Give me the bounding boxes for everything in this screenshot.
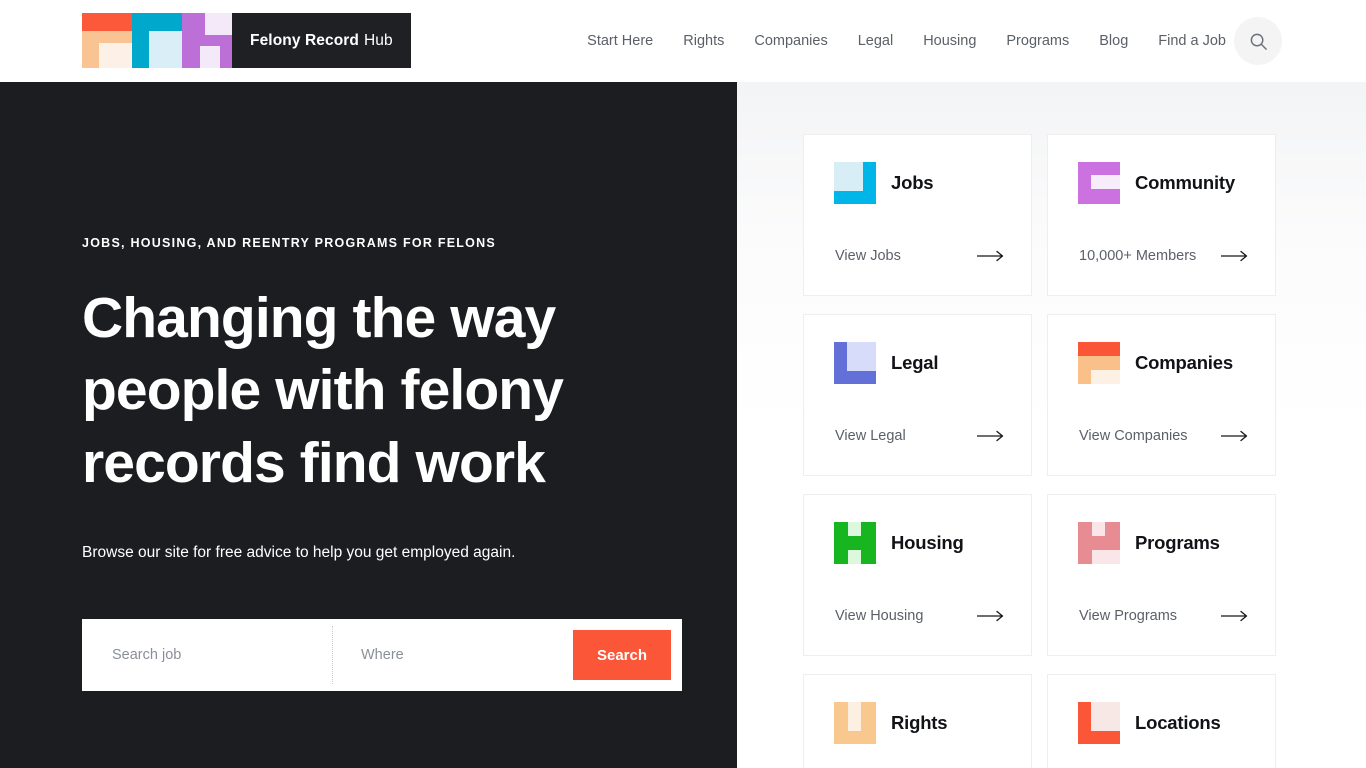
logo-tile-purple	[182, 13, 232, 68]
card-header: Community	[1078, 162, 1235, 204]
category-panel: Jobs View Jobs Community 10,000+ Members	[737, 82, 1366, 768]
search-icon	[1250, 33, 1267, 50]
housing-icon	[834, 522, 876, 564]
card-community[interactable]: Community 10,000+ Members	[1047, 134, 1276, 296]
arrow-right-icon	[1221, 610, 1249, 622]
card-title: Rights	[891, 712, 948, 733]
logo-brand-bold: Felony Record	[250, 31, 359, 49]
card-header: Rights	[834, 702, 948, 744]
jobs-icon	[834, 162, 876, 204]
card-footer[interactable]: View Programs	[1079, 608, 1249, 624]
card-title: Programs	[1135, 532, 1220, 553]
locations-icon	[1078, 702, 1120, 744]
search-where-input[interactable]	[361, 647, 573, 663]
site-header: Felony Record Hub Start Here Rights Comp…	[0, 0, 1366, 82]
nav-item-legal[interactable]: Legal	[843, 33, 908, 49]
community-icon	[1078, 162, 1120, 204]
header-search-button[interactable]	[1234, 17, 1282, 65]
card-locations[interactable]: Locations	[1047, 674, 1276, 768]
card-footer[interactable]: View Jobs	[835, 248, 1005, 264]
nav-item-blog[interactable]: Blog	[1084, 33, 1143, 49]
card-header: Legal	[834, 342, 939, 384]
rights-icon	[834, 702, 876, 744]
card-link-label: View Housing	[835, 608, 924, 624]
legal-icon	[834, 342, 876, 384]
hero-section: JOBS, HOUSING, AND REENTRY PROGRAMS FOR …	[0, 82, 737, 768]
hero-headline: Changing the way people with felony reco…	[82, 286, 564, 495]
nav-item-start-here[interactable]: Start Here	[572, 33, 668, 49]
card-title: Companies	[1135, 352, 1233, 373]
arrow-right-icon	[977, 250, 1005, 262]
card-housing[interactable]: Housing View Housing	[803, 494, 1032, 656]
card-link-label: 10,000+ Members	[1079, 248, 1197, 264]
nav-item-companies[interactable]: Companies	[739, 33, 842, 49]
card-link-label: View Legal	[835, 428, 906, 444]
search-submit-button[interactable]: Search	[573, 630, 671, 680]
logo-tile-teal	[132, 13, 182, 68]
nav-item-find-a-job[interactable]: Find a Job	[1143, 33, 1226, 49]
card-title: Locations	[1135, 712, 1221, 733]
arrow-right-icon	[1221, 430, 1249, 442]
card-footer[interactable]: 10,000+ Members	[1079, 248, 1249, 264]
card-header: Locations	[1078, 702, 1221, 744]
arrow-right-icon	[977, 430, 1005, 442]
logo-wordmark: Felony Record Hub	[232, 13, 411, 68]
card-title: Legal	[891, 352, 939, 373]
card-header: Jobs	[834, 162, 934, 204]
category-card-grid: Jobs View Jobs Community 10,000+ Members	[803, 134, 1341, 768]
primary-navigation: Start Here Rights Companies Legal Housin…	[572, 0, 1226, 82]
card-link-label: View Programs	[1079, 608, 1178, 624]
hero-eyebrow: JOBS, HOUSING, AND REENTRY PROGRAMS FOR …	[82, 236, 497, 250]
card-footer[interactable]: View Legal	[835, 428, 1005, 444]
programs-icon	[1078, 522, 1120, 564]
search-where-field[interactable]	[333, 619, 573, 691]
search-job-field[interactable]	[82, 619, 332, 691]
card-jobs[interactable]: Jobs View Jobs	[803, 134, 1032, 296]
job-search-form: Search	[82, 619, 682, 691]
logo-brand-light: Hub	[363, 31, 393, 49]
card-link-label: View Companies	[1079, 428, 1188, 444]
logo-tile-orange	[82, 13, 132, 68]
card-companies[interactable]: Companies View Companies	[1047, 314, 1276, 476]
arrow-right-icon	[1221, 250, 1249, 262]
hero-subhead: Browse our site for free advice to help …	[82, 544, 516, 561]
card-footer[interactable]: View Companies	[1079, 428, 1249, 444]
card-title: Housing	[891, 532, 964, 553]
card-rights[interactable]: Rights	[803, 674, 1032, 768]
card-header: Companies	[1078, 342, 1233, 384]
logo-mark	[82, 13, 232, 68]
card-header: Housing	[834, 522, 964, 564]
arrow-right-icon	[977, 610, 1005, 622]
card-link-label: View Jobs	[835, 248, 901, 264]
card-footer[interactable]: View Housing	[835, 608, 1005, 624]
card-header: Programs	[1078, 522, 1220, 564]
nav-item-programs[interactable]: Programs	[991, 33, 1084, 49]
site-logo[interactable]: Felony Record Hub	[82, 13, 411, 68]
card-title: Community	[1135, 172, 1235, 193]
card-programs[interactable]: Programs View Programs	[1047, 494, 1276, 656]
companies-icon	[1078, 342, 1120, 384]
card-legal[interactable]: Legal View Legal	[803, 314, 1032, 476]
card-title: Jobs	[891, 172, 934, 193]
search-job-input[interactable]	[112, 647, 332, 663]
nav-item-housing[interactable]: Housing	[908, 33, 991, 49]
nav-item-rights[interactable]: Rights	[668, 33, 739, 49]
